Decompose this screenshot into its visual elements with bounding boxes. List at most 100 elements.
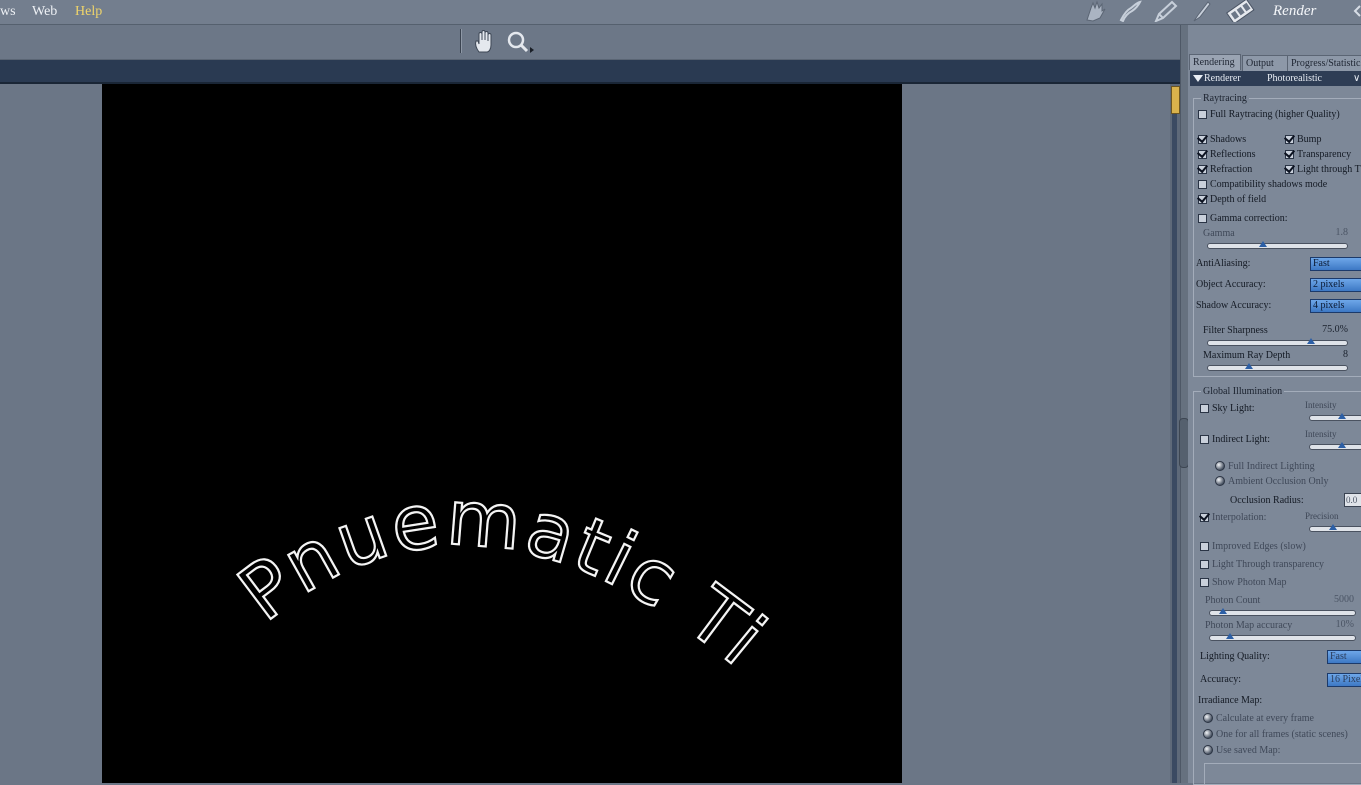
interpolation-checkbox[interactable] <box>1200 513 1209 522</box>
toolbar-divider <box>460 29 462 53</box>
indirect-light-label: Indirect Light: <box>1212 434 1271 445</box>
menu-bar: ws Web Help Render <box>0 0 1361 25</box>
viewport-scroll-track[interactable] <box>1172 114 1177 783</box>
light-through-transparency-label: Light Through transparency <box>1212 559 1325 570</box>
pen-tool-icon[interactable] <box>1153 0 1179 22</box>
collapse-triangle-icon[interactable] <box>1193 75 1203 83</box>
photon-accuracy-slider-thumb[interactable] <box>1226 633 1234 639</box>
bump-checkbox[interactable] <box>1285 135 1294 144</box>
depth-of-field-checkbox[interactable] <box>1198 195 1207 204</box>
filter-sharpness-label: Filter Sharpness <box>1203 325 1268 336</box>
accuracy-select[interactable]: 16 Pixels <box>1327 673 1361 687</box>
full-indirect-radio[interactable] <box>1215 461 1225 471</box>
accuracy-label: Accuracy: <box>1200 674 1242 685</box>
photon-count-label: Photon Count <box>1205 595 1261 606</box>
calc-every-frame-radio[interactable] <box>1203 713 1213 723</box>
rendered-curved-text: Pnuematic Tire <box>102 84 784 685</box>
renderer-select[interactable]: Photorealistic <box>1267 71 1322 86</box>
sky-intensity-slider[interactable] <box>1309 415 1361 421</box>
refraction-label: Refraction <box>1210 164 1253 175</box>
filter-sharpness-slider[interactable] <box>1207 340 1348 346</box>
light-through-transparency-checkbox[interactable] <box>1200 560 1209 569</box>
photon-accuracy-label: Photon Map accuracy <box>1205 620 1293 631</box>
antialiasing-select[interactable]: Fast <box>1310 257 1361 271</box>
use-saved-map-label: Use saved Map: <box>1216 745 1281 756</box>
viewport-header <box>0 60 1180 84</box>
ambient-occlusion-radio[interactable] <box>1215 476 1225 486</box>
interpolation-label: Interpolation: <box>1212 512 1267 523</box>
sky-light-checkbox[interactable] <box>1200 404 1209 413</box>
gamma-value: 1.8 <box>1335 227 1349 238</box>
show-photon-map-checkbox[interactable] <box>1200 578 1209 587</box>
improved-edges-checkbox[interactable] <box>1200 542 1209 551</box>
compatibility-shadows-label: Compatibility shadows mode <box>1210 179 1328 190</box>
sky-light-label: Sky Light: <box>1212 403 1255 414</box>
pan-hand-icon[interactable] <box>473 30 495 54</box>
indirect-light-checkbox[interactable] <box>1200 435 1209 444</box>
antialiasing-label: AntiAliasing: <box>1196 258 1251 269</box>
sky-intensity-slider-thumb[interactable] <box>1338 413 1346 419</box>
svg-text:Pnuematic Tire: Pnuematic Tire <box>102 84 784 684</box>
hand-puppet-icon[interactable] <box>1083 0 1109 22</box>
transparency-checkbox[interactable] <box>1285 150 1294 159</box>
lighting-quality-select[interactable]: Fast <box>1327 650 1361 664</box>
max-ray-depth-slider-thumb[interactable] <box>1244 363 1253 369</box>
compatibility-shadows-checkbox[interactable] <box>1198 180 1207 189</box>
tab-rendering[interactable]: Rendering <box>1189 54 1241 70</box>
precision-slider-thumb[interactable] <box>1329 524 1337 530</box>
full-raytracing-checkbox[interactable] <box>1198 110 1207 119</box>
renderer-header[interactable]: Renderer Photorealistic ∨ <box>1190 71 1361 86</box>
viewport-scroll-thumb[interactable] <box>1171 86 1180 114</box>
filter-sharpness-slider-thumb[interactable] <box>1307 338 1316 344</box>
indirect-intensity-slider[interactable] <box>1309 444 1361 450</box>
menu-web[interactable]: Web <box>32 4 57 20</box>
object-accuracy-select[interactable]: 2 pixels <box>1310 278 1361 292</box>
shadows-label: Shadows <box>1210 134 1247 145</box>
zoom-magnifier-icon[interactable] <box>506 31 536 57</box>
filter-sharpness-value: 75.0% <box>1322 324 1348 335</box>
shadows-checkbox[interactable] <box>1198 135 1207 144</box>
one-for-all-radio[interactable] <box>1203 729 1213 739</box>
gamma-correction-checkbox[interactable] <box>1198 214 1207 223</box>
tab-output[interactable]: Output <box>1242 55 1288 71</box>
photon-count-slider[interactable] <box>1209 610 1356 616</box>
improved-edges-label: Improved Edges (slow) <box>1212 541 1306 552</box>
occlusion-radius-input[interactable]: 0.0 <box>1344 493 1361 507</box>
max-ray-depth-label: Maximum Ray Depth <box>1203 350 1291 361</box>
bump-label: Bump <box>1297 134 1322 145</box>
menu-windows[interactable]: ws <box>0 4 16 20</box>
use-saved-map-radio[interactable] <box>1203 745 1213 755</box>
gamma-slider[interactable] <box>1207 243 1348 249</box>
tab-progress-statistics[interactable]: Progress/Statistics <box>1287 55 1361 71</box>
lighting-quality-label: Lighting Quality: <box>1200 651 1270 662</box>
calc-every-frame-label: Calculate at every frame <box>1216 713 1314 724</box>
room-title: Render <box>1273 3 1317 19</box>
depth-of-field-label: Depth of field <box>1210 194 1267 205</box>
shadow-accuracy-label: Shadow Accuracy: <box>1196 300 1272 311</box>
back-arrow-icon[interactable] <box>1352 0 1361 22</box>
chevron-down-icon[interactable]: ∨ <box>1353 71 1360 86</box>
refraction-checkbox[interactable] <box>1198 165 1207 174</box>
light-through-checkbox[interactable] <box>1285 165 1294 174</box>
transparency-label: Transparency <box>1297 149 1352 160</box>
gamma-slider-thumb[interactable] <box>1258 241 1267 247</box>
saved-map-path-field[interactable] <box>1204 763 1361 784</box>
menu-help[interactable]: Help <box>75 4 102 20</box>
precision-label: Precision <box>1305 511 1339 521</box>
reflections-checkbox[interactable] <box>1198 150 1207 159</box>
indirect-intensity-label: Intensity <box>1305 429 1337 439</box>
indirect-intensity-slider-thumb[interactable] <box>1338 442 1346 448</box>
film-strip-icon[interactable] <box>1225 0 1255 22</box>
render-text-path: Pnuematic Tire <box>102 84 782 685</box>
show-photon-map-label: Show Photon Map <box>1212 577 1287 588</box>
photon-count-slider-thumb[interactable] <box>1219 608 1227 614</box>
renderer-label: Renderer <box>1204 73 1241 84</box>
light-through-label: Light through T <box>1297 164 1361 175</box>
hair-brush-icon[interactable] <box>1118 0 1144 22</box>
max-ray-depth-slider[interactable] <box>1207 365 1348 371</box>
photon-count-value: 5000 <box>1334 594 1354 605</box>
shadow-accuracy-select[interactable]: 4 pixels <box>1310 299 1361 313</box>
paintbrush-icon[interactable] <box>1190 0 1212 22</box>
irradiance-map-label: Irradiance Map: <box>1198 695 1263 706</box>
render-canvas[interactable]: Pnuematic Tire <box>102 84 902 783</box>
